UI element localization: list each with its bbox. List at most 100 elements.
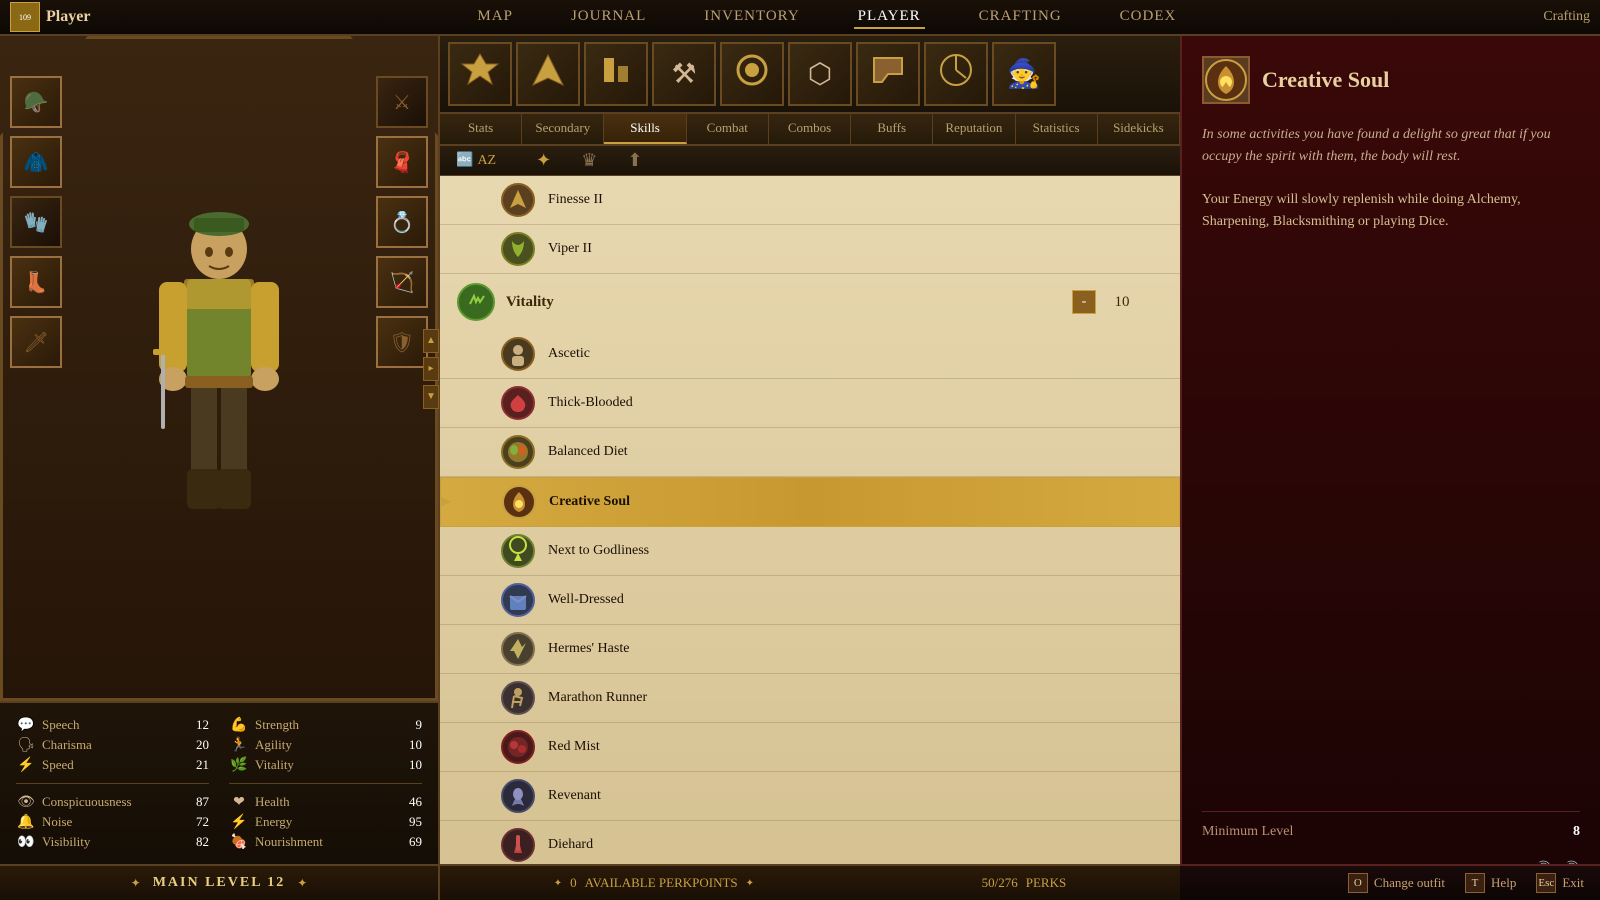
stat-visibility: 👀 Visibility 82 [16,832,209,852]
eq-slot-neck[interactable]: 🧣 [376,136,428,188]
skill-icon-buffs[interactable]: ⬡ [788,42,852,106]
skill-item-finesse2[interactable]: Finesse II [440,176,1180,225]
filter-row: 🔤 AZ ✦ ♛ ⬆ [440,146,1180,176]
filter-crown[interactable]: ♛ [581,150,597,171]
character-area: 🪖 🧥 🧤 👢 🗡 [0,36,438,701]
nav-map[interactable]: MAP [473,6,517,29]
tab-buffs[interactable]: Buffs [851,114,933,144]
viper2-icon [500,231,536,267]
eq-slot-ring2[interactable]: 💍 [376,196,428,248]
tab-secondary[interactable]: Secondary [522,114,604,144]
nav-inventory[interactable]: INVENTORY [700,6,803,29]
nav-player[interactable]: PLAYER [854,6,925,29]
stat-speech: 💬 Speech 12 [16,715,209,735]
help-action[interactable]: T Help [1465,873,1516,893]
top-nav: 109 Player MAP JOURNAL INVENTORY PLAYER … [0,0,1600,36]
tab-combos[interactable]: Combos [769,114,851,144]
thick-blooded-icon [500,385,536,421]
eq-slot-ring1[interactable]: ⚔ [376,76,428,128]
skills-list-inner: Finesse II Viper II [440,176,1180,864]
skill-item-ascetic[interactable]: Ascetic [440,330,1180,379]
marathon-runner-icon [500,680,536,716]
skill-icon-stats[interactable] [448,42,512,106]
skill-item-red-mist[interactable]: Red Mist [440,723,1180,772]
skill-item-next-to-godliness[interactable]: Next to Godliness [440,527,1180,576]
tab-skills[interactable]: Skills [604,114,686,144]
hermes-haste-name: Hermes' Haste [548,641,629,657]
eq-slot-chest[interactable]: 🧥 [10,136,62,188]
skill-item-thick-blooded[interactable]: Thick-Blooded [440,379,1180,428]
skill-item-well-dressed[interactable]: Well-Dressed [440,576,1180,625]
skill-icon-statistics[interactable] [924,42,988,106]
exit-action[interactable]: Esc Exit [1536,873,1584,893]
min-level-value: 8 [1573,824,1580,840]
vitality-controls: - 10 [1072,290,1164,314]
balanced-diet-icon [500,434,536,470]
scroll-down-arrow[interactable]: ▼ [423,385,439,409]
skill-icon-combos[interactable] [720,42,784,106]
filter-star1[interactable]: ✦ [536,150,551,171]
vitality-minus[interactable]: - [1072,290,1096,314]
skill-tabs-row: Stats Secondary Skills Combat Combos Buf… [440,114,1180,146]
charisma-value: 20 [181,737,209,753]
filter-az[interactable]: 🔤 AZ [456,152,496,169]
diehard-name: Diehard [548,837,593,853]
nourishment-icon: 🍖 [229,832,249,852]
eq-slot-helmet[interactable]: 🪖 [10,76,62,128]
skill-item-revenant[interactable]: Revenant [440,772,1180,821]
filter-arrow[interactable]: ⬆ [627,150,642,171]
strength-value: 9 [394,717,422,733]
level-diamond-right: ✦ [297,876,307,891]
skill-item-creative-soul[interactable]: ▶ Creative Soul [440,477,1180,527]
skill-item-viper2[interactable]: Viper II [440,225,1180,274]
tab-combat[interactable]: Combat [687,114,769,144]
skills-list[interactable]: Finesse II Viper II [440,176,1180,864]
well-dressed-icon [500,582,536,618]
stat-strength: 💪 Strength 9 [229,715,422,735]
eq-slot-boots[interactable]: 👢 [10,256,62,308]
skill-item-marathon-runner[interactable]: Marathon Runner [440,674,1180,723]
nav-codex[interactable]: CODEX [1116,6,1181,29]
skill-icon-secondary[interactable] [516,42,580,106]
skill-item-balanced-diet[interactable]: Balanced Diet [440,428,1180,477]
skill-icon-skills[interactable] [584,42,648,106]
diamond-right: ✦ [746,878,754,889]
strength-icon: 💪 [229,715,249,735]
finesse2-icon [500,182,536,218]
eq-slot-weapon1[interactable]: 🗡 [10,316,62,368]
skill-item-hermes-haste[interactable]: Hermes' Haste [440,625,1180,674]
outfit-key: O [1348,873,1368,893]
nav-journal[interactable]: JOURNAL [567,6,650,29]
conspicuousness-icon: 👁 [16,792,36,812]
red-mist-icon [500,729,536,765]
scroll-mid-arrow[interactable]: ▸ [423,357,439,381]
skills-icon [596,50,636,98]
help-label: Help [1491,875,1516,891]
eq-slot-shield[interactable]: 🛡 [376,316,428,368]
speed-label: Speed [42,757,175,773]
eq-slot-gloves[interactable]: 🧤 [10,196,62,248]
vitality-points: 10 [1112,294,1132,311]
tab-statistics[interactable]: Statistics [1016,114,1098,144]
skill-icon-reputation[interactable] [856,42,920,106]
eq-slot-ranged[interactable]: 🏹 [376,256,428,308]
stat-speed: ⚡ Speed 21 [16,755,209,775]
skill-detail-header: Creative Soul [1202,56,1580,104]
perkpoints-label: AVAILABLE PERKPOINTS [585,875,738,891]
skill-icon-combat[interactable]: ⚒ [652,42,716,106]
tab-sidekicks[interactable]: Sidekicks [1098,114,1180,144]
scroll-up-arrow[interactable]: ▲ [423,329,439,353]
middle-panel: ⚒ ⬡ [440,36,1180,900]
min-level-label: Minimum Level [1202,824,1293,840]
skill-icon-sidekicks[interactable]: 🧙 [992,42,1056,106]
nav-crafting[interactable]: CRAFTING [975,6,1066,29]
speed-icon: ⚡ [16,755,36,775]
skill-item-diehard[interactable]: Diehard [440,821,1180,864]
level-bar: ✦ MAIN LEVEL 12 ✦ [0,864,438,900]
change-outfit-action[interactable]: O Change outfit [1348,873,1445,893]
exit-key: Esc [1536,873,1556,893]
tab-reputation[interactable]: Reputation [933,114,1015,144]
selected-perk-arrow: ▶ [440,494,451,511]
left-panel: 🪖 🧥 🧤 👢 🗡 [0,36,440,900]
tab-stats[interactable]: Stats [440,114,522,144]
